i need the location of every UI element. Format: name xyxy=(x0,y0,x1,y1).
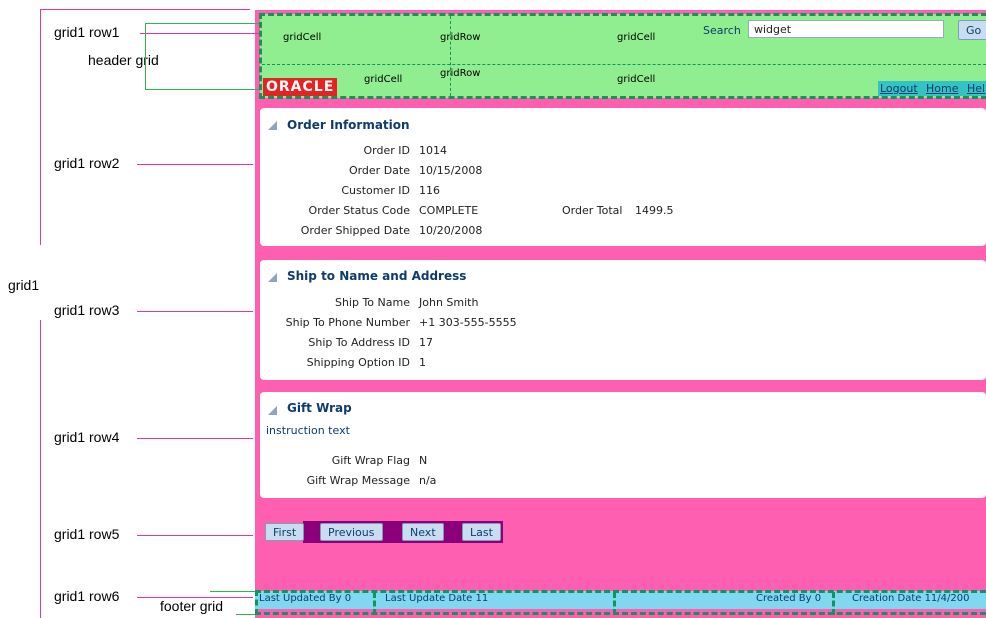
first-button[interactable]: First xyxy=(265,523,305,541)
field-label: Ship To Name xyxy=(334,296,410,309)
field-value: +1 303-555-5555 xyxy=(419,316,517,329)
footer-created-by: Created By 0 xyxy=(756,593,822,604)
disclosure-triangle-icon[interactable] xyxy=(268,121,277,130)
field-value: n/a xyxy=(419,474,437,487)
grid1-row1-label: grid1 row1 xyxy=(54,24,120,40)
field-label: Order Status Code xyxy=(308,204,410,217)
header-grid-cell: gridCell xyxy=(364,74,403,85)
order-total-value: 1499.5 xyxy=(635,204,674,217)
footer-creation-date: Creation Date 11/4/200 xyxy=(852,593,970,604)
header-grid-cell: gridCell xyxy=(283,32,322,43)
order-information-title: Order Information xyxy=(287,118,410,132)
footer-grid-leader-top xyxy=(210,591,255,592)
footer-cell-divider xyxy=(613,592,616,615)
header-row-divider xyxy=(262,64,986,65)
home-link[interactable]: Home xyxy=(926,82,958,95)
grid1-row4-label: grid1 row4 xyxy=(54,429,120,445)
grid1-row1-leader xyxy=(140,33,259,34)
header-grid-cell: gridCell xyxy=(617,74,656,85)
search-input[interactable]: widget xyxy=(748,20,944,38)
grid1-row5-label: grid1 row5 xyxy=(54,526,120,542)
field-value: 10/15/2008 xyxy=(419,164,483,177)
grid1-bracket-top xyxy=(40,9,250,10)
grid1-row3-label: grid1 row3 xyxy=(54,302,120,318)
grid1-row2-label: grid1 row2 xyxy=(54,155,120,171)
field-label: Customer ID xyxy=(341,184,410,197)
field-value: COMPLETE xyxy=(419,204,479,217)
last-button[interactable]: Last xyxy=(462,523,501,541)
field-value: N xyxy=(419,454,428,467)
header-grid-bracket-bottom xyxy=(145,89,259,90)
grid1-row3-leader xyxy=(137,311,253,312)
field-label: Ship To Phone Number xyxy=(285,316,410,329)
logout-link[interactable]: Logout xyxy=(880,82,918,95)
header-grid-bracket-top xyxy=(145,23,259,24)
grid1-row5-leader xyxy=(137,535,253,536)
footer-grid-leader-bottom xyxy=(236,614,255,615)
field-value: John Smith xyxy=(419,296,479,309)
oracle-logo: ORACLE xyxy=(263,78,338,96)
disclosure-triangle-icon[interactable] xyxy=(268,406,277,415)
field-value: 10/20/2008 xyxy=(419,224,483,237)
header-grid-row: gridRow xyxy=(440,68,481,79)
order-total-label: Order Total xyxy=(562,204,623,217)
grid1-label: grid1 xyxy=(8,277,40,293)
grid1-bracket-lower xyxy=(40,320,41,618)
field-value: 116 xyxy=(419,184,440,197)
ship-to-title: Ship to Name and Address xyxy=(287,269,467,283)
footer-grid-label: footer grid xyxy=(160,598,224,614)
help-link[interactable]: Hel xyxy=(967,82,985,95)
grid1-row4-leader xyxy=(137,438,253,439)
field-label: Ship To Address ID xyxy=(308,336,410,349)
header-grid-cell: gridCell xyxy=(617,32,656,43)
field-label: Gift Wrap Flag xyxy=(331,454,410,467)
header-grid-bracket-vert xyxy=(145,23,146,89)
footer-last-updated-by: Last Updated By 0 xyxy=(259,593,352,604)
field-label: Order Shipped Date xyxy=(300,224,410,237)
instruction-text: instruction text xyxy=(266,424,350,437)
field-value: 1014 xyxy=(419,144,447,157)
previous-button[interactable]: Previous xyxy=(320,523,383,541)
header-grid-row: gridRow xyxy=(440,32,481,43)
grid1-row6-label: grid1 row6 xyxy=(54,588,120,604)
search-label: Search xyxy=(703,24,741,37)
field-label: Order ID xyxy=(363,144,410,157)
grid1-row2-leader xyxy=(137,164,253,165)
footer-cell-divider xyxy=(832,592,835,615)
next-button[interactable]: Next xyxy=(402,523,444,541)
gift-wrap-title: Gift Wrap xyxy=(287,401,352,415)
go-button[interactable]: Go xyxy=(958,20,986,40)
field-value: 17 xyxy=(419,336,433,349)
field-label: Gift Wrap Message xyxy=(306,474,410,487)
footer-last-update-date: Last Update Date 11 xyxy=(385,593,489,604)
header-grid-label: header grid xyxy=(88,52,159,68)
field-label: Shipping Option ID xyxy=(306,356,410,369)
field-label: Order Date xyxy=(348,164,410,177)
field-value: 1 xyxy=(419,356,426,369)
header-column-divider xyxy=(450,16,451,96)
footer-cell-divider xyxy=(373,592,376,615)
disclosure-triangle-icon[interactable] xyxy=(268,273,277,282)
grid1-bracket-upper xyxy=(40,9,41,245)
